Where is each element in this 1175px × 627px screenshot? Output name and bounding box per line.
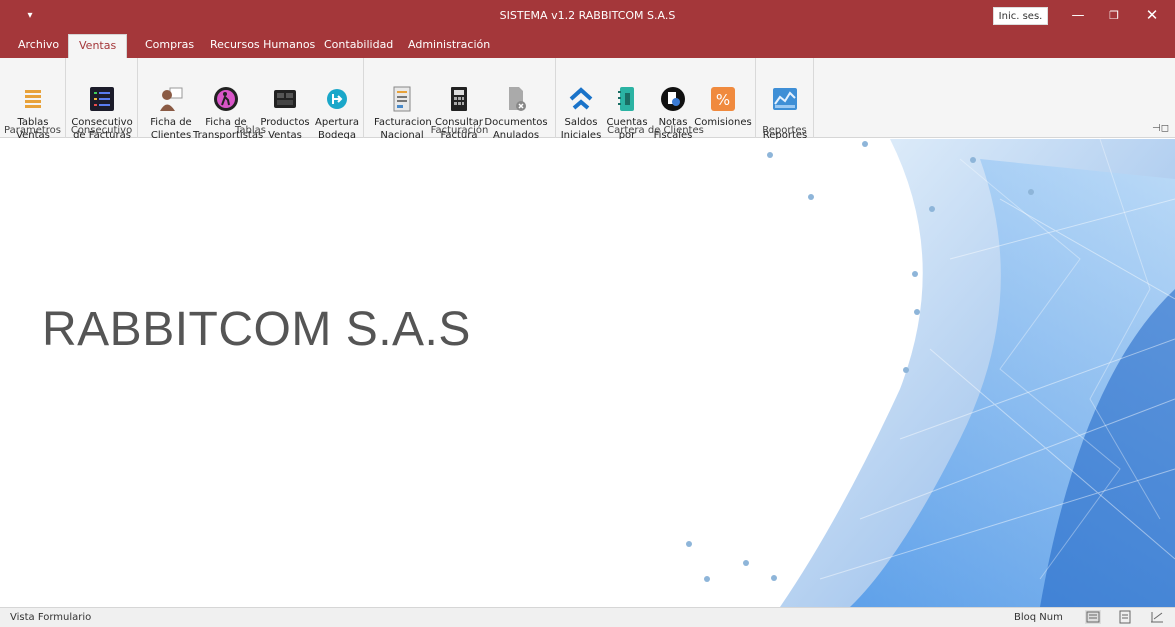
tab-administracion[interactable]: Administración: [398, 37, 500, 58]
svg-text:%: %: [716, 91, 730, 109]
decor-dot: [808, 194, 814, 200]
status-bar: Vista Formulario Bloq Num: [0, 607, 1175, 627]
group-label-consecutivo: Consecutivo: [70, 125, 133, 136]
group-label-facturacion: Facturación: [430, 125, 489, 136]
decor-dot: [704, 576, 710, 582]
ribbon: Tablas Ventas Parametros Consecutivo de …: [0, 58, 1175, 154]
decor-dot: [862, 141, 868, 147]
pin-ribbon-icon[interactable]: ⊣◻: [1152, 123, 1169, 134]
decor-dot: [912, 271, 918, 277]
ribbon-tabs: Archivo Ventas Compras Recursos Humanos …: [0, 31, 1175, 58]
notebook-icon: [614, 73, 640, 111]
group-tablas: Ficha de Clientes Ficha de Transportista…: [138, 58, 364, 141]
layout-view-icon[interactable]: [1117, 610, 1133, 624]
group-label-cartera-clientes: Cartera de Clientes: [607, 125, 704, 136]
group-facturacion: Facturacion Nacional Consultar Factura D…: [364, 58, 556, 141]
numbered-list-icon: [89, 73, 115, 111]
group-label-tablas: Tablas: [234, 125, 267, 136]
main-area: RABBITCOM S.A.S: [0, 139, 1175, 607]
status-view-label: Vista Formulario: [10, 612, 92, 623]
decor-dot: [1028, 189, 1034, 195]
form-view-icon[interactable]: [1085, 610, 1101, 624]
transporter-icon: [213, 73, 239, 111]
cancelled-document-icon: [503, 73, 529, 111]
group-reportes: Reportes Reportes: [756, 58, 814, 141]
decor-dot: [929, 206, 935, 212]
tab-compras[interactable]: Compras: [135, 37, 204, 58]
decor-dot: [970, 157, 976, 163]
tab-ventas[interactable]: Ventas: [68, 34, 128, 58]
group-consecutivo: Consecutivo de Facturas Consecutivo: [66, 58, 138, 141]
sign-in-button[interactable]: Inic. ses.: [993, 7, 1048, 25]
chart-icon: [772, 73, 798, 110]
decor-dot: [903, 367, 909, 373]
list-icon: [20, 73, 46, 108]
restore-button[interactable]: ❐: [1096, 0, 1132, 31]
percent-icon: %: [710, 73, 736, 111]
decor-dot: [914, 309, 920, 315]
group-cartera-clientes: Saldos Iniciales Cuentas por Cobrar Nota…: [556, 58, 756, 154]
home-icon: [568, 73, 594, 110]
tab-recursos-humanos[interactable]: Recursos Humanos: [200, 37, 325, 58]
num-lock-indicator: Bloq Num: [1014, 612, 1063, 623]
fiscal-note-icon: [660, 73, 686, 111]
products-icon: [272, 73, 298, 108]
tab-contabilidad[interactable]: Contabilidad: [314, 37, 403, 58]
decor-dot: [767, 152, 773, 158]
group-label-reportes: Reportes: [762, 125, 807, 136]
warehouse-open-icon: [324, 73, 350, 109]
brand-title: RABBITCOM S.A.S: [42, 303, 471, 356]
invoice-icon: [389, 73, 415, 112]
minimize-button[interactable]: —: [1060, 0, 1096, 31]
client-card-icon: [158, 73, 184, 111]
close-button[interactable]: ✕: [1134, 0, 1170, 31]
tab-archivo[interactable]: Archivo: [8, 37, 69, 58]
calculator-icon: [446, 73, 472, 111]
group-label-parametros: Parametros: [4, 125, 61, 136]
comisiones-button[interactable]: % Comisiones: [694, 60, 752, 129]
decor-dot: [771, 575, 777, 581]
design-view-icon[interactable]: [1149, 610, 1165, 624]
title-bar: ▾ SISTEMA v1.2 RABBITCOM S.A.S Inic. ses…: [0, 0, 1175, 31]
group-parametros: Tablas Ventas Parametros: [0, 58, 66, 141]
decor-dot: [686, 541, 692, 547]
decor-dot: [743, 560, 749, 566]
background-graphic: [780, 139, 1175, 607]
